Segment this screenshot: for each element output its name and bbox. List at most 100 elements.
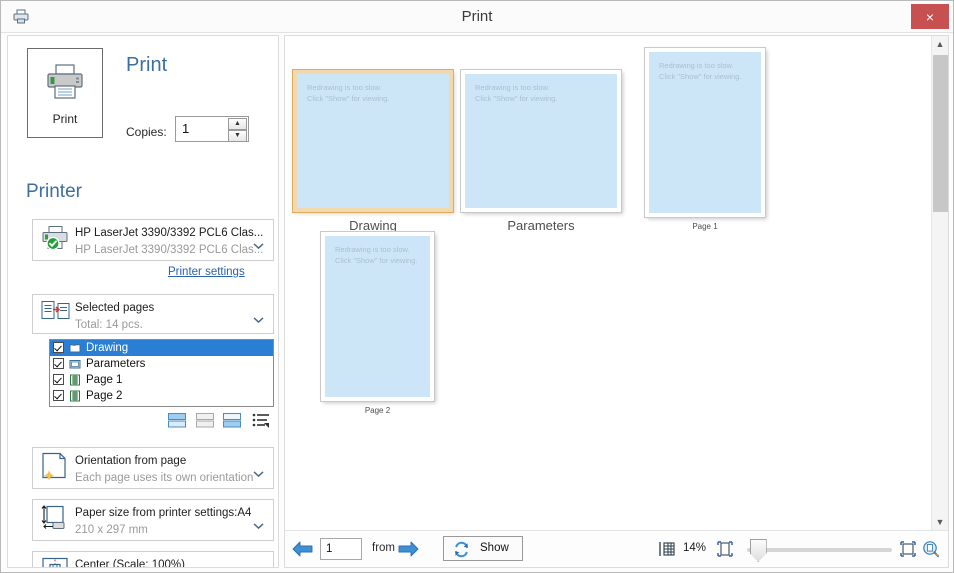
- chevron-down-icon: [253, 465, 264, 478]
- thumbnail-caption: Parameters: [507, 218, 575, 233]
- list-item-label: Page 2: [86, 390, 123, 402]
- page-checkbox[interactable]: [53, 342, 64, 353]
- chevron-down-icon: [253, 311, 264, 324]
- scrollbar-thumb[interactable]: [933, 55, 948, 212]
- thumbnail-sheet: Redrawing is too slow. Click "Show" for …: [293, 70, 453, 212]
- fit-width-icon[interactable]: [658, 540, 676, 558]
- preview-thumbnail[interactable]: Redrawing is too slow. Click "Show" for …: [321, 232, 434, 415]
- pages-list[interactable]: Drawing Parameters Page 1 Page 2: [49, 339, 274, 407]
- thumbnail-sheet: Redrawing is too slow. Click "Show" for …: [321, 232, 434, 401]
- printer-heading: Printer: [26, 181, 82, 202]
- copies-value: 1: [182, 121, 190, 136]
- print-button[interactable]: Print: [27, 48, 103, 138]
- list-item[interactable]: Drawing: [50, 340, 273, 356]
- preview-thumbnail[interactable]: Redrawing is too slow. Click "Show" for …: [293, 70, 453, 233]
- page-icon: [69, 390, 81, 402]
- fit-page-icon[interactable]: [899, 540, 917, 558]
- show-button-label: Show: [480, 542, 509, 554]
- layout-two-rows-icon[interactable]: [196, 413, 214, 428]
- window-title: Print: [461, 8, 493, 25]
- print-heading: Print: [126, 54, 168, 76]
- list-item-label: Drawing: [86, 342, 129, 354]
- title-bar: Print ×: [1, 1, 953, 33]
- zoom-slider[interactable]: [747, 539, 892, 562]
- layout-options: [168, 413, 274, 431]
- printer-icon: [28, 63, 102, 106]
- list-item[interactable]: Parameters: [50, 356, 273, 372]
- thumbnail-placeholder-text: Redrawing is too slow. Click "Show" for …: [475, 83, 558, 103]
- zoom-out-icon[interactable]: [716, 540, 734, 558]
- paper-size-dimensions: 210 x 297 mm: [75, 524, 148, 536]
- copies-increment-button[interactable]: ▲: [228, 118, 247, 130]
- layout-fit-top-icon[interactable]: [168, 413, 186, 428]
- preview-panel: Redrawing is too slow. Click "Show" for …: [284, 35, 949, 568]
- page-number-value: 1: [326, 543, 333, 555]
- copies-decrement-button[interactable]: ▼: [228, 130, 247, 142]
- list-item-label: Parameters: [86, 358, 146, 370]
- list-item[interactable]: Page 2: [50, 388, 273, 404]
- page-range-total: Total: 14 pcs.: [75, 319, 143, 331]
- orientation-icon: [40, 452, 70, 485]
- thumbnail-placeholder-text: Redrawing is too slow. Click "Show" for …: [659, 61, 742, 81]
- chevron-down-icon: [253, 517, 264, 530]
- print-preview-area[interactable]: Redrawing is too slow. Click "Show" for …: [285, 36, 933, 531]
- thumbnail-placeholder-text: Redrawing is too slow. Click "Show" for …: [335, 245, 418, 265]
- thumbnail-caption: Page 2: [364, 406, 391, 415]
- orientation-select[interactable]: Orientation from page Each page uses its…: [32, 447, 274, 489]
- page-preview-icon[interactable]: [922, 540, 940, 558]
- parameters-icon: [69, 358, 81, 370]
- printer-name: HP LaserJet 3390/3392 PCL6 Clas...: [75, 227, 264, 239]
- print-dialog-window: Print × Print Print Copies: 1 ▲ ▼ Printe…: [0, 0, 954, 573]
- copies-label: Copies:: [126, 125, 167, 139]
- page-icon: [69, 374, 81, 386]
- page-checkbox[interactable]: [53, 374, 64, 385]
- page-range-title: Selected pages: [75, 302, 155, 314]
- thumbnail-placeholder-text: Redrawing is too slow. Click "Show" for …: [307, 83, 390, 103]
- copies-stepper[interactable]: ▲ ▼: [228, 118, 247, 142]
- center-scale-select[interactable]: Center (Scale: 100%) -10.906;-7.727 33.1…: [32, 551, 274, 568]
- paper-size-select[interactable]: Paper size from printer settings:A4 210 …: [32, 499, 274, 541]
- thumbnail-caption: Page 1: [692, 222, 718, 231]
- scroll-down-button[interactable]: ▼: [932, 514, 948, 531]
- preview-thumbnail[interactable]: Redrawing is too slow. Click "Show" for …: [461, 70, 621, 233]
- printer-status: HP LaserJet 3390/3392 PCL6 Clas...: [75, 244, 264, 256]
- page-number-input[interactable]: 1: [320, 538, 362, 560]
- refresh-icon: [453, 541, 470, 563]
- page-checkbox[interactable]: [53, 390, 64, 401]
- paper-size-icon: [40, 504, 70, 537]
- list-item[interactable]: Page 1: [50, 372, 273, 388]
- printer-select[interactable]: HP LaserJet 3390/3392 PCL6 Clas... HP La…: [32, 219, 274, 261]
- thumbnail-sheet: Redrawing is too slow. Click "Show" for …: [645, 48, 765, 217]
- pages-select-icon: [40, 299, 70, 330]
- settings-panel: Print Print Copies: 1 ▲ ▼ Printer HP Las…: [7, 35, 279, 568]
- preview-scrollbar[interactable]: ▲ ▼: [931, 36, 948, 531]
- layout-fit-bottom-icon[interactable]: [223, 413, 241, 428]
- center-scale-icon: [40, 556, 70, 567]
- thumbnail-caption: Drawing: [349, 218, 397, 233]
- layout-list-icon[interactable]: [252, 413, 270, 428]
- show-button[interactable]: Show: [443, 536, 523, 561]
- previous-page-button[interactable]: [292, 541, 313, 557]
- orientation-subtitle: Each page uses its own orientation: [75, 472, 254, 484]
- preview-thumbnail[interactable]: Redrawing is too slow. Click "Show" for …: [645, 48, 765, 231]
- thumbnail-sheet: Redrawing is too slow. Click "Show" for …: [461, 70, 621, 212]
- center-scale-title: Center (Scale: 100%): [75, 559, 185, 568]
- next-page-button[interactable]: [398, 541, 419, 557]
- print-button-label: Print: [52, 112, 78, 126]
- page-checkbox[interactable]: [53, 358, 64, 369]
- scroll-up-button[interactable]: ▲: [932, 36, 948, 53]
- paper-size-title: Paper size from printer settings:A4: [75, 507, 252, 519]
- list-item-label: Page 1: [86, 374, 123, 386]
- chevron-down-icon: [253, 237, 264, 250]
- from-label: from: [372, 542, 395, 554]
- printer-ok-icon: [40, 225, 70, 256]
- preview-toolbar: 1 from Show 14%: [285, 530, 948, 567]
- drawing-icon: [69, 342, 81, 354]
- page-range-select[interactable]: Selected pages Total: 14 pcs.: [32, 294, 274, 334]
- zoom-level: 14%: [683, 542, 707, 554]
- close-button[interactable]: ×: [911, 4, 949, 29]
- zoom-slider-handle[interactable]: [749, 539, 767, 562]
- orientation-title: Orientation from page: [75, 455, 187, 467]
- copies-input[interactable]: 1 ▲ ▼: [175, 116, 249, 142]
- printer-settings-link[interactable]: Printer settings: [168, 266, 245, 278]
